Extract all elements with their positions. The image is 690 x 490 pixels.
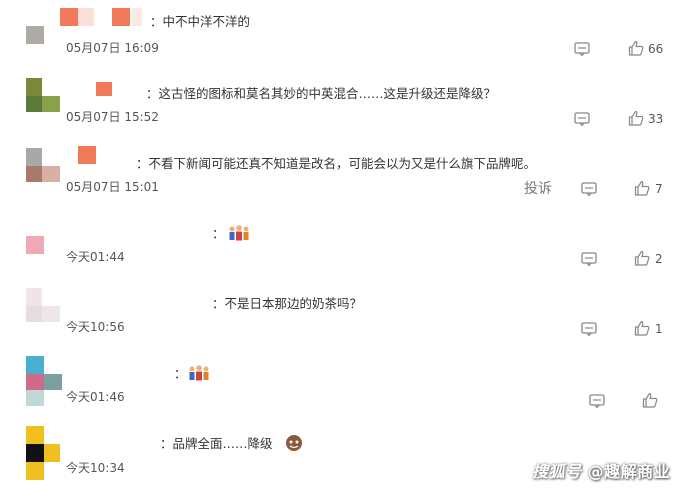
comment-item: ：不是日本那边的奶茶吗？ 今天10:56 1 <box>0 280 690 350</box>
comment-time: 今天10:56 <box>66 320 125 334</box>
avatar[interactable] <box>26 78 62 114</box>
watermark: 搜狐号 @趣解商业 <box>532 458 670 482</box>
comment-text: ： <box>212 226 225 241</box>
comment-time: 05月07日 16:09 <box>66 41 159 55</box>
comment-time: 05月07日 15:52 <box>66 110 159 124</box>
family-emoji <box>189 365 209 381</box>
comment-item: ：不看下新闻可能还真不知道是改名，可能会以为又是什么旗下品牌呢。 05月07日 … <box>0 140 690 210</box>
avatar[interactable] <box>26 426 62 480</box>
avatar[interactable] <box>26 288 62 324</box>
comment-item: ：中不中洋不洋的 05月07日 16:09 66 <box>0 0 690 70</box>
comment-time: 今天01:46 <box>66 390 125 404</box>
like-count: 2 <box>655 252 663 266</box>
comment-text: ：不看下新闻可能还真不知道是改名，可能会以为又是什么旗下品牌呢。 <box>136 156 537 171</box>
thumbs-up-icon[interactable] <box>642 392 658 408</box>
face-emoji <box>286 435 302 451</box>
comment-text: ：不是日本那边的奶茶吗？ <box>212 296 363 311</box>
comment-icon[interactable] <box>574 42 590 56</box>
thumbs-up-icon[interactable] <box>628 110 644 126</box>
comment-text: ：中不中洋不洋的 <box>150 14 251 29</box>
comment-icon[interactable] <box>581 182 597 196</box>
comment-item: ：这古怪的图标和莫名其妙的中英混合……这是升级还是降级？ 05月07日 15:5… <box>0 70 690 140</box>
like-count: 7 <box>655 182 663 196</box>
family-emoji <box>229 225 249 241</box>
comment-item: ： 今天01:46 <box>0 350 690 420</box>
thumbs-up-icon[interactable] <box>634 250 650 266</box>
comment-item: ： 今天01:44 2 <box>0 210 690 280</box>
like-count: 33 <box>648 112 664 126</box>
watermark-text: @趣解商业 <box>587 462 671 481</box>
avatar[interactable] <box>26 26 48 44</box>
avatar[interactable] <box>26 148 62 184</box>
avatar[interactable] <box>26 356 62 408</box>
comment-time: 今天10:34 <box>66 461 125 475</box>
like-count: 66 <box>648 42 664 56</box>
comment-text: ：这古怪的图标和莫名其妙的中英混合……这是升级还是降级？ <box>146 86 497 101</box>
thumbs-up-icon[interactable] <box>628 40 644 56</box>
comment-icon[interactable] <box>589 394 605 408</box>
avatar[interactable] <box>26 236 46 254</box>
comment-text: ：品牌全面……降级 <box>160 436 273 451</box>
thumbs-up-icon[interactable] <box>634 320 650 336</box>
comment-icon[interactable] <box>581 252 597 266</box>
watermark-prefix: 搜狐号 <box>532 462 582 481</box>
comment-icon[interactable] <box>574 112 590 126</box>
comment-time: 05月07日 15:01 <box>66 180 159 194</box>
comment-time: 今天01:44 <box>66 250 125 264</box>
like-count: 1 <box>655 322 663 336</box>
comment-text: ： <box>174 366 187 381</box>
report-button[interactable]: 投诉 <box>524 180 552 198</box>
comment-icon[interactable] <box>581 322 597 336</box>
thumbs-up-icon[interactable] <box>634 180 650 196</box>
